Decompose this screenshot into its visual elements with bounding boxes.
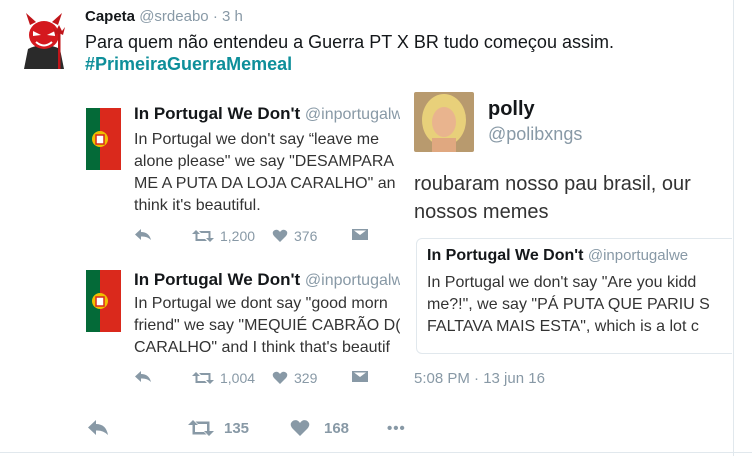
embedded-image-polly[interactable]: polly @polibxngs roubaram nosso pau bras…	[404, 86, 732, 402]
heart-icon: 329	[272, 370, 317, 386]
embedded-image-ipw-2[interactable]: In Portugal We Don't @inportugalwe In Po…	[82, 260, 400, 400]
more-icon: •••	[387, 419, 406, 437]
reply-button[interactable]	[87, 414, 109, 442]
portugal-flag-icon	[86, 108, 121, 170]
user-avatar[interactable]	[14, 11, 74, 71]
polly-name: polly	[488, 98, 535, 120]
quoted-tweet: In Portugal We Don't @inportugalwe In Po…	[416, 238, 732, 354]
heart-icon: 376	[272, 228, 317, 244]
reply-icon	[134, 228, 152, 242]
retweet-icon: 1,200	[192, 228, 255, 244]
embedded-author: In Portugal We Don't @inportugalwe	[134, 270, 400, 289]
embedded-author: In Portugal We Don't @inportugalwe	[134, 104, 400, 123]
tweet-author[interactable]: Capeta @srdeabo · 3 h	[85, 8, 243, 25]
retweet-icon	[188, 420, 214, 436]
embedded-text: In Portugal we don't say “leave me alone…	[134, 131, 396, 214]
dm-icon	[352, 228, 368, 242]
polly-avatar	[414, 92, 474, 152]
polly-timestamp: 5:08 PM · 13 jun 16	[414, 370, 545, 387]
embedded-text: In Portugal we dont say "good morn frien…	[134, 295, 400, 356]
portugal-flag-icon	[86, 270, 121, 332]
polly-text: roubaram nosso pau brasil, our nossos me…	[414, 173, 691, 223]
hashtag-link[interactable]: #PrimeiraGuerraMemeal	[85, 53, 292, 76]
retweet-button[interactable]: 135	[188, 414, 249, 442]
reply-icon	[88, 420, 108, 435]
user-handle[interactable]: @srdeabo	[139, 8, 208, 25]
display-name[interactable]: Capeta	[85, 8, 135, 25]
tweet-text: Para quem não entendeu a Guerra PT X BR …	[85, 32, 614, 52]
tweet-time[interactable]: · 3 h	[213, 8, 243, 25]
tweet-actions: 135 168 •••	[85, 414, 505, 442]
retweet-icon: 1,004	[192, 370, 255, 386]
dm-icon	[352, 370, 368, 384]
devil-avatar-icon	[14, 11, 74, 71]
heart-icon	[290, 420, 310, 436]
more-button[interactable]: •••	[387, 414, 406, 442]
reply-icon	[134, 370, 152, 384]
retweet-count: 135	[224, 419, 250, 437]
like-count: 168	[324, 419, 350, 437]
embedded-image-ipw-1[interactable]: In Portugal We Don't @inportugalwe In Po…	[82, 92, 400, 254]
divider	[733, 0, 734, 456]
like-button[interactable]: 168	[290, 414, 349, 442]
divider	[0, 452, 752, 453]
polly-handle: @polibxngs	[488, 124, 583, 144]
